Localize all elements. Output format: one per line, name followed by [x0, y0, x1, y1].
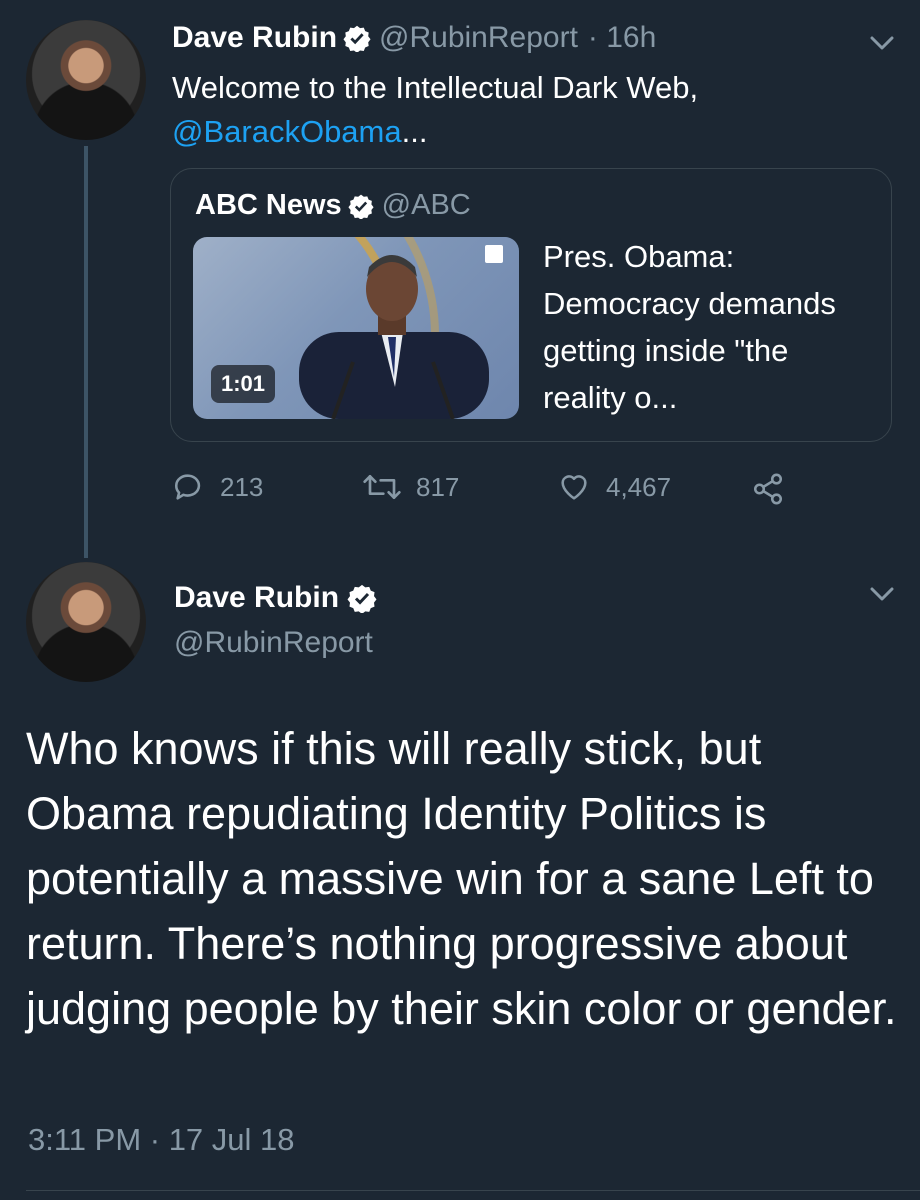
- avatar[interactable]: [26, 562, 146, 682]
- reply-count: 213: [220, 471, 264, 502]
- video-duration: 1:01: [211, 365, 276, 403]
- quote-header: ABC News @ABC: [195, 189, 471, 222]
- quoted-tweet-card[interactable]: ABC News @ABC 1:01 Pres. Obama: Democrac…: [170, 168, 892, 442]
- abc-news-logo: [485, 245, 503, 263]
- speaker-figure: [299, 255, 489, 419]
- share-icon[interactable]: [750, 472, 786, 506]
- tweet1-text: Welcome to the Intellectual Dark Web, @B…: [172, 66, 862, 154]
- reply-action[interactable]: 213: [172, 470, 263, 504]
- quote-text: Pres. Obama: Democracy demands getting i…: [543, 239, 836, 415]
- quote-author-name: ABC News: [195, 189, 342, 221]
- tweet-timestamp[interactable]: 3:11 PM · 17 Jul 18: [28, 1122, 295, 1158]
- ellipsis: ...: [401, 114, 428, 149]
- divider: [26, 1190, 920, 1191]
- tweet1-header: Dave Rubin @RubinReport · 16h: [172, 18, 656, 58]
- retweet-icon: [363, 475, 401, 499]
- author-name[interactable]: Dave Rubin: [172, 21, 337, 55]
- mention-link[interactable]: @BarackObama: [172, 114, 402, 149]
- author-handle[interactable]: @RubinReport: [379, 21, 578, 55]
- verified-badge-icon: [347, 584, 377, 613]
- tweet2-text: Who knows if this will really stick, but…: [26, 723, 897, 1034]
- quote-author-handle: @ABC: [381, 189, 471, 221]
- chevron-down-icon[interactable]: [868, 585, 896, 603]
- retweet-action[interactable]: 817: [362, 470, 459, 504]
- tweet2-header: Dave Rubin @RubinReport: [174, 576, 377, 660]
- retweet-count: 817: [416, 471, 460, 502]
- video-thumbnail[interactable]: 1:01: [193, 237, 519, 419]
- verified-badge-icon: [348, 194, 374, 219]
- chevron-down-icon[interactable]: [868, 34, 896, 52]
- like-count: 4,467: [606, 471, 672, 502]
- like-action[interactable]: 4,467: [556, 470, 671, 504]
- verified-badge-icon: [343, 25, 371, 52]
- author-name[interactable]: Dave Rubin: [174, 581, 339, 615]
- tweet1-text-line: Welcome to the Intellectual Dark Web,: [172, 70, 699, 105]
- reply-icon: [174, 474, 201, 500]
- thread-line: [84, 146, 88, 558]
- heart-icon: [561, 475, 587, 500]
- author-handle[interactable]: @RubinReport: [174, 626, 377, 660]
- avatar[interactable]: [26, 20, 146, 140]
- tweet-time[interactable]: · 16h: [588, 21, 656, 55]
